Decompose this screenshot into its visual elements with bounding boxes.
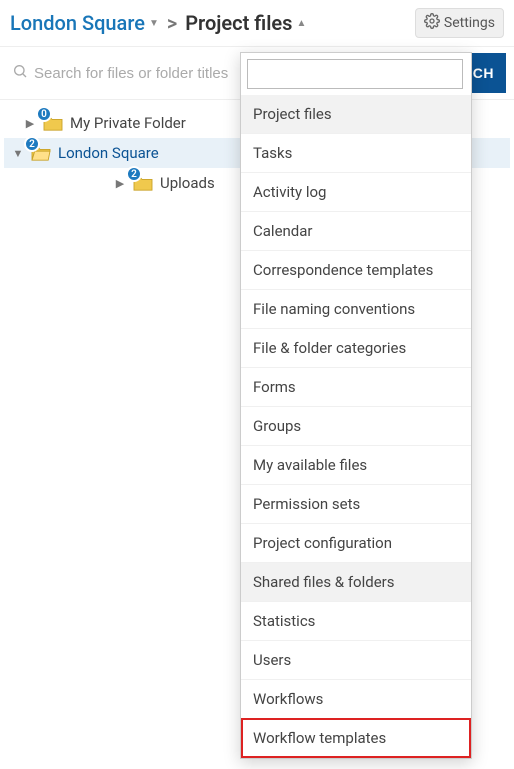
breadcrumb-root-label: London Square	[10, 11, 145, 35]
dropdown-item[interactable]: Calendar	[241, 211, 471, 250]
dropdown-list[interactable]: Project filesTasksActivity logCalendarCo…	[241, 95, 471, 758]
section-dropdown: Project filesTasksActivity logCalendarCo…	[240, 52, 472, 759]
folder-open-icon: 2	[30, 144, 52, 162]
breadcrumb-root[interactable]: London Square ▼	[10, 11, 159, 35]
dropdown-filter-input[interactable]	[247, 59, 463, 89]
dropdown-item[interactable]: Activity log	[241, 172, 471, 211]
chevron-right-icon[interactable]: ▶	[24, 117, 36, 130]
breadcrumb-separator: >	[167, 11, 177, 35]
chevron-up-icon: ▲	[296, 18, 306, 29]
settings-button[interactable]: Settings	[415, 8, 504, 38]
dropdown-item[interactable]: File & folder categories	[241, 328, 471, 367]
dropdown-item[interactable]: Groups	[241, 406, 471, 445]
search-icon	[12, 63, 28, 83]
gear-icon	[424, 13, 440, 33]
dropdown-item[interactable]: Users	[241, 640, 471, 679]
count-badge: 0	[36, 106, 52, 122]
dropdown-item[interactable]: Workflow templates	[241, 718, 471, 758]
dropdown-item[interactable]: File naming conventions	[241, 289, 471, 328]
dropdown-item[interactable]: Tasks	[241, 133, 471, 172]
tree-item-label: My Private Folder	[70, 114, 186, 132]
dropdown-item[interactable]: Shared files & folders	[241, 562, 471, 601]
count-badge: 2	[126, 166, 142, 182]
dropdown-item[interactable]: Forms	[241, 367, 471, 406]
folder-icon: 0	[42, 114, 64, 132]
dropdown-item[interactable]: My available files	[241, 445, 471, 484]
settings-label: Settings	[444, 15, 495, 31]
chevron-down-icon: ▼	[149, 18, 159, 29]
dropdown-item[interactable]: Statistics	[241, 601, 471, 640]
dropdown-item[interactable]: Project configuration	[241, 523, 471, 562]
breadcrumb-bar: London Square ▼ > Project files ▲ Settin…	[0, 0, 514, 46]
dropdown-item[interactable]: Correspondence templates	[241, 250, 471, 289]
breadcrumb-current[interactable]: Project files ▲	[185, 11, 306, 35]
tree-item-label: Uploads	[160, 174, 215, 192]
chevron-down-icon[interactable]: ▼	[12, 147, 24, 160]
count-badge: 2	[24, 136, 40, 152]
dropdown-item[interactable]: Project files	[241, 95, 471, 133]
dropdown-item[interactable]: Workflows	[241, 679, 471, 718]
dropdown-item[interactable]: Permission sets	[241, 484, 471, 523]
tree-item-label: London Square	[58, 144, 159, 162]
breadcrumb-current-label: Project files	[185, 11, 292, 35]
chevron-right-icon[interactable]: ▶	[114, 177, 126, 190]
folder-icon: 2	[132, 174, 154, 192]
